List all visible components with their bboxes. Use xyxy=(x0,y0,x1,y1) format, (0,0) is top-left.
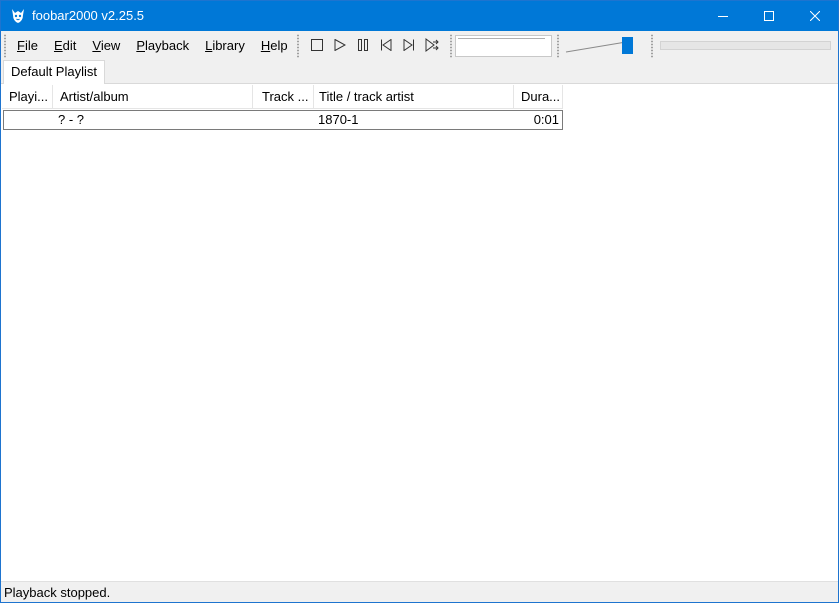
menu-help[interactable]: Help xyxy=(253,31,296,60)
close-button[interactable] xyxy=(792,1,838,31)
toolbar-grip[interactable] xyxy=(4,34,6,58)
toolbar-grip[interactable] xyxy=(297,34,299,58)
stop-icon xyxy=(310,38,323,54)
cell-artist-album: ? - ? xyxy=(58,112,85,127)
playlist-header: Playi... Artist/album Track ... Title / … xyxy=(2,85,563,109)
menu-edit[interactable]: Edit xyxy=(46,31,84,60)
toolbar-grip[interactable] xyxy=(450,34,452,58)
pause-icon xyxy=(357,38,369,54)
cell-duration: 0:01 xyxy=(533,112,559,127)
table-row[interactable]: ? - ? 1870-1 0:01 xyxy=(3,110,563,130)
column-header-track[interactable]: Track ... xyxy=(253,85,314,109)
menu-view[interactable]: View xyxy=(84,31,128,60)
volume-slider[interactable] xyxy=(564,35,640,57)
title-bar[interactable]: foobar2000 v2.25.5 xyxy=(1,1,838,31)
seek-bar[interactable] xyxy=(660,41,831,50)
previous-icon xyxy=(380,38,392,54)
menu-playback[interactable]: Playback xyxy=(128,31,197,60)
playlist-view[interactable]: Playi... Artist/album Track ... Title / … xyxy=(2,85,838,581)
column-header-title[interactable]: Title / track artist xyxy=(314,85,514,109)
playlist-tabs: Default Playlist xyxy=(1,60,838,84)
next-button[interactable] xyxy=(397,36,420,56)
window-title: foobar2000 v2.25.5 xyxy=(32,8,145,23)
column-header-duration[interactable]: Dura... xyxy=(514,85,563,109)
menu-bar: File Edit View Playback Library Help xyxy=(9,31,296,60)
minimize-button[interactable] xyxy=(700,1,746,31)
toolbar-grip[interactable] xyxy=(651,34,653,58)
column-header-playing[interactable]: Playi... xyxy=(2,85,53,109)
status-bar: Playback stopped. xyxy=(1,581,838,602)
status-text: Playback stopped. xyxy=(4,585,111,600)
cell-title: 1870-1 xyxy=(318,112,359,127)
previous-button[interactable] xyxy=(374,36,397,56)
close-icon xyxy=(810,11,820,21)
menu-library[interactable]: Library xyxy=(197,31,253,60)
toolbar: File Edit View Playback Library Help xyxy=(1,31,838,60)
cell-playing xyxy=(7,111,53,129)
play-icon xyxy=(334,38,346,54)
transport-controls xyxy=(305,36,443,56)
foobar2000-icon xyxy=(10,8,26,24)
menu-file[interactable]: File xyxy=(9,31,46,60)
random-button[interactable] xyxy=(420,36,443,56)
minimize-icon xyxy=(718,11,728,21)
random-icon xyxy=(425,37,439,55)
app-window: foobar2000 v2.25.5 File Edit View Playba… xyxy=(0,0,839,603)
stop-button[interactable] xyxy=(305,36,328,56)
pause-button[interactable] xyxy=(351,36,374,56)
maximize-icon xyxy=(764,11,774,21)
tab-default-playlist[interactable]: Default Playlist xyxy=(3,60,105,84)
cell-track xyxy=(257,111,312,129)
seek-box[interactable] xyxy=(455,35,552,57)
play-button[interactable] xyxy=(328,36,351,56)
next-icon xyxy=(403,38,415,54)
volume-thumb[interactable] xyxy=(622,37,633,54)
toolbar-grip[interactable] xyxy=(557,34,559,58)
maximize-button[interactable] xyxy=(746,1,792,31)
seek-track xyxy=(458,38,545,39)
column-header-artist-album[interactable]: Artist/album xyxy=(53,85,253,109)
